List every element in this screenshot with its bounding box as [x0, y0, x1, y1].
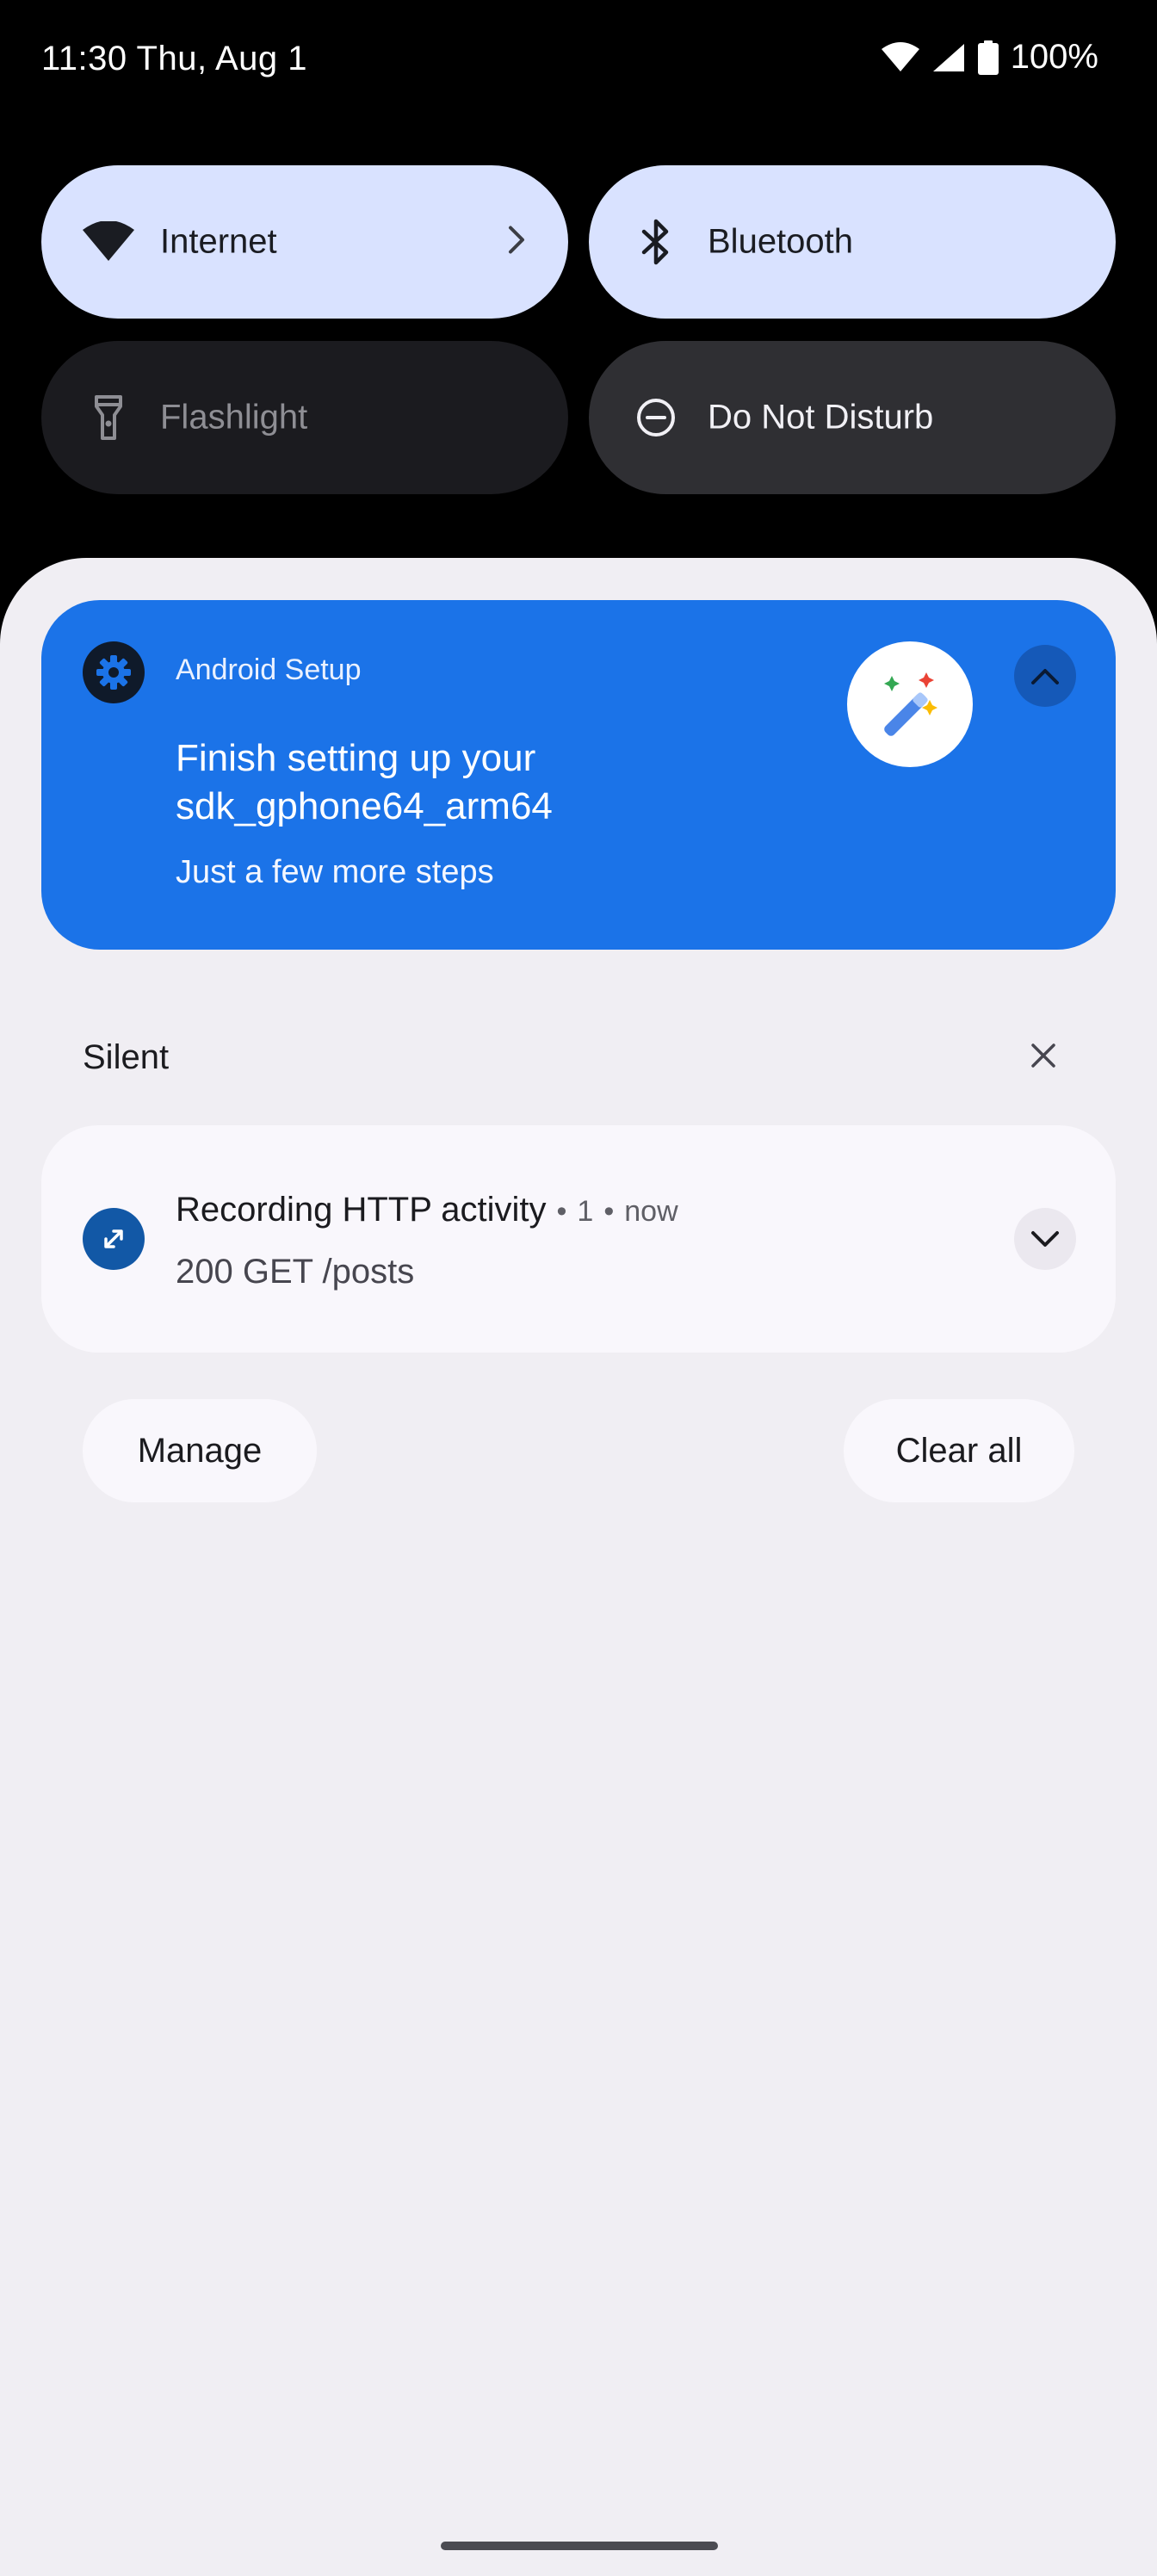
notification-app-name: Android Setup — [176, 653, 362, 686]
tile-label: Flashlight — [160, 398, 308, 437]
tile-flashlight[interactable]: Flashlight — [41, 341, 568, 494]
separator-dot: • — [603, 1195, 615, 1228]
home-gesture-bar[interactable] — [441, 2542, 718, 2550]
bluetooth-icon — [630, 216, 682, 268]
tile-internet[interactable]: Internet — [41, 165, 568, 319]
chevron-right-icon — [506, 225, 527, 260]
status-date: Thu, Aug 1 — [136, 40, 308, 77]
magic-wand-icon — [847, 641, 973, 767]
chevron-down-icon — [1031, 1231, 1059, 1247]
tile-do-not-disturb[interactable]: Do Not Disturb — [589, 341, 1116, 494]
notification-text: Just a few more steps — [176, 854, 494, 890]
settings-gear-icon — [83, 641, 145, 703]
tile-label: Internet — [160, 222, 277, 261]
notification-title: Finish setting up your sdk_gphone64_arm6… — [176, 737, 553, 827]
status-icons: 100% — [881, 38, 1098, 77]
android-setup-notification[interactable]: Android Setup Finish setting up your sdk… — [41, 600, 1116, 950]
clear-all-button[interactable]: Clear all — [844, 1399, 1074, 1502]
separator-dot: • — [556, 1195, 567, 1228]
manage-button[interactable]: Manage — [83, 1399, 317, 1502]
http-activity-notification[interactable]: Recording HTTP activity • 1 • now 200 GE… — [41, 1125, 1116, 1353]
wifi-icon — [83, 216, 134, 268]
cell-signal-icon — [932, 43, 964, 71]
notification-text: 200 GET /posts — [176, 1253, 415, 1291]
notification-header: Recording HTTP activity • 1 • now — [176, 1191, 678, 1229]
tile-label: Do Not Disturb — [708, 398, 934, 437]
tile-label: Bluetooth — [708, 222, 854, 261]
notification-title: Recording HTTP activity — [176, 1191, 547, 1229]
expand-button[interactable] — [1014, 1208, 1076, 1270]
status-time: 11:30 — [41, 40, 127, 77]
close-icon — [1031, 1043, 1055, 1068]
clear-silent-button[interactable] — [1021, 1033, 1066, 1078]
flashlight-icon — [83, 392, 134, 443]
wifi-icon — [881, 41, 919, 71]
notification-count: 1 — [577, 1195, 594, 1228]
do-not-disturb-icon — [630, 392, 682, 443]
silent-section-header: Silent — [83, 1038, 170, 1076]
notification-time: now — [624, 1195, 678, 1228]
chevron-up-icon — [1031, 669, 1059, 684]
status-bar: 11:30 Thu, Aug 1 100% — [0, 0, 1157, 129]
collapse-button[interactable] — [1014, 645, 1076, 707]
battery-icon — [977, 40, 999, 75]
expand-arrows-icon — [83, 1208, 145, 1270]
status-clock: 11:30 Thu, Aug 1 — [41, 40, 307, 78]
tile-bluetooth[interactable]: Bluetooth — [589, 165, 1116, 319]
battery-percent: 100% — [1010, 38, 1098, 76]
